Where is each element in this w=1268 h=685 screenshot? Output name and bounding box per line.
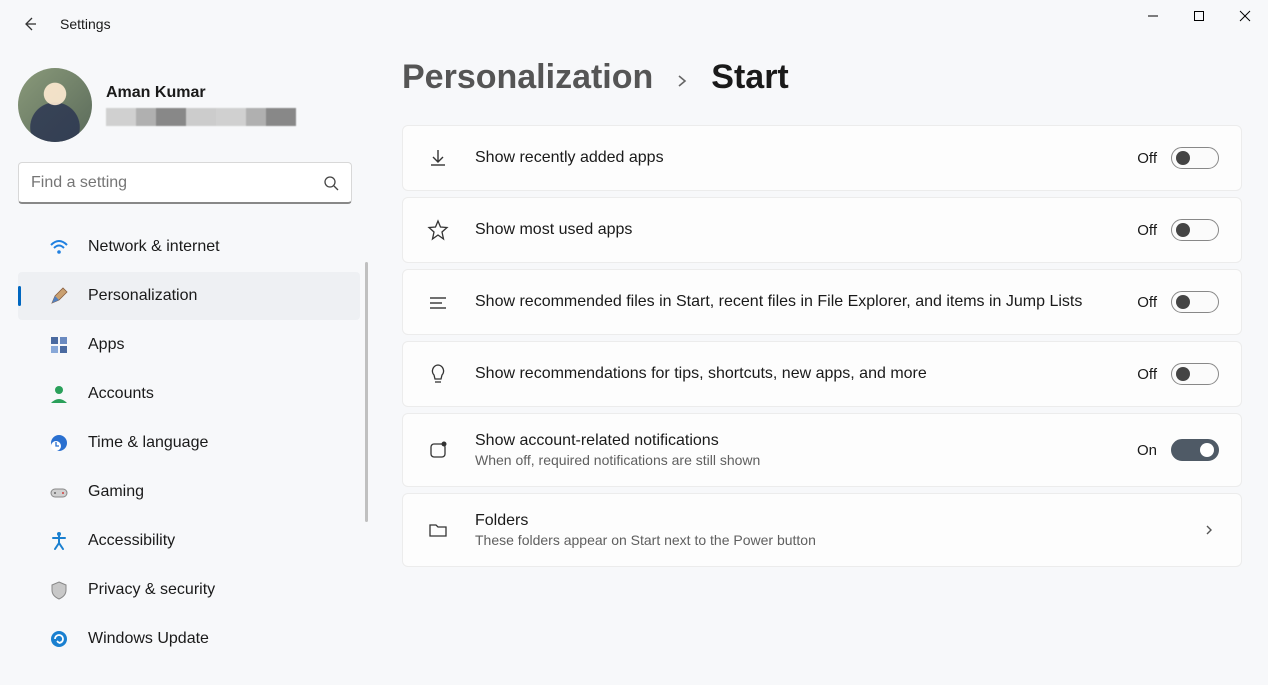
clock-globe-icon: [48, 432, 70, 454]
sidebar: Aman Kumar Network & internet Personaliza…: [0, 48, 370, 685]
sync-icon: [48, 628, 70, 650]
chevron-right-icon: [1199, 520, 1219, 540]
nav-list: Network & internet Personalization Apps Acc…: [0, 222, 370, 685]
maximize-button[interactable]: [1176, 0, 1222, 32]
sidebar-item-privacy-security[interactable]: Privacy & security: [18, 566, 360, 614]
sidebar-item-time-language[interactable]: Time & language: [18, 419, 360, 467]
sidebar-item-label: Gaming: [88, 483, 144, 501]
sidebar-item-gaming[interactable]: Gaming: [18, 468, 360, 516]
setting-title: Show recommended files in Start, recent …: [475, 293, 1113, 311]
sidebar-item-label: Accessibility: [88, 532, 175, 550]
minimize-icon: [1147, 10, 1159, 22]
setting-title: Show account-related notifications: [475, 432, 1113, 450]
sidebar-item-network-internet[interactable]: Network & internet: [18, 223, 360, 271]
maximize-icon: [1193, 10, 1205, 22]
toggle-switch[interactable]: [1171, 291, 1219, 313]
close-icon: [1239, 10, 1251, 22]
main-content: Personalization Start Show recently adde…: [370, 48, 1268, 685]
toggle-switch[interactable]: [1171, 147, 1219, 169]
settings-list: Show recently added apps Off Show most u…: [402, 125, 1242, 567]
app-title: Settings: [60, 16, 111, 32]
accessibility-icon: [48, 530, 70, 552]
lightbulb-icon: [425, 361, 451, 387]
setting-title: Folders: [475, 512, 1175, 530]
sidebar-item-label: Network & internet: [88, 238, 220, 256]
search-input-wrapper[interactable]: [18, 162, 352, 204]
sidebar-item-windows-update[interactable]: Windows Update: [18, 615, 360, 663]
sidebar-item-apps[interactable]: Apps: [18, 321, 360, 369]
setting-row: Show recommended files in Start, recent …: [402, 269, 1242, 335]
minimize-button[interactable]: [1130, 0, 1176, 32]
sidebar-item-personalization[interactable]: Personalization: [18, 272, 360, 320]
person-icon: [48, 383, 70, 405]
sidebar-scrollbar[interactable]: [365, 262, 368, 522]
window-controls: [1130, 0, 1268, 32]
download-icon: [425, 145, 451, 171]
titlebar: Settings: [0, 0, 1268, 48]
setting-title: Show most used apps: [475, 221, 1113, 239]
gamepad-icon: [48, 481, 70, 503]
sidebar-item-label: Accounts: [88, 385, 154, 403]
toggle-state-label: Off: [1137, 366, 1157, 383]
setting-title: Show recommendations for tips, shortcuts…: [475, 365, 1113, 383]
notification-icon: [425, 437, 451, 463]
setting-row: Show recently added apps Off: [402, 125, 1242, 191]
setting-row: Show most used apps Off: [402, 197, 1242, 263]
toggle-switch[interactable]: [1171, 439, 1219, 461]
chevron-right-icon: [675, 74, 689, 88]
search-input[interactable]: [31, 174, 323, 192]
sidebar-item-accounts[interactable]: Accounts: [18, 370, 360, 418]
sidebar-item-label: Personalization: [88, 287, 197, 305]
paintbrush-icon: [48, 285, 70, 307]
toggle-state-label: Off: [1137, 294, 1157, 311]
sidebar-item-label: Time & language: [88, 434, 208, 452]
toggle-switch[interactable]: [1171, 363, 1219, 385]
user-email-redacted: [106, 108, 296, 126]
toggle-state-label: Off: [1137, 150, 1157, 167]
sidebar-item-accessibility[interactable]: Accessibility: [18, 517, 360, 565]
sidebar-item-label: Windows Update: [88, 630, 209, 648]
wifi-icon: [48, 236, 70, 258]
setting-row: Show account-related notifications When …: [402, 413, 1242, 487]
setting-row[interactable]: Folders These folders appear on Start ne…: [402, 493, 1242, 567]
toggle-state-label: On: [1137, 442, 1157, 459]
sidebar-item-label: Apps: [88, 336, 124, 354]
avatar: [18, 68, 92, 142]
setting-subtitle: When off, required notifications are sti…: [475, 452, 1113, 468]
user-profile[interactable]: Aman Kumar: [0, 60, 370, 162]
sidebar-item-label: Privacy & security: [88, 581, 215, 599]
apps-icon: [48, 334, 70, 356]
search-icon: [323, 175, 339, 191]
breadcrumb-current: Start: [711, 58, 788, 97]
toggle-switch[interactable]: [1171, 219, 1219, 241]
close-button[interactable]: [1222, 0, 1268, 32]
back-arrow-icon: [22, 16, 38, 32]
back-button[interactable]: [16, 10, 44, 38]
user-name: Aman Kumar: [106, 84, 296, 102]
shield-icon: [48, 579, 70, 601]
setting-subtitle: These folders appear on Start next to th…: [475, 532, 1175, 548]
setting-row: Show recommendations for tips, shortcuts…: [402, 341, 1242, 407]
setting-title: Show recently added apps: [475, 149, 1113, 167]
breadcrumb: Personalization Start: [402, 58, 1242, 97]
list-icon: [425, 289, 451, 315]
breadcrumb-parent[interactable]: Personalization: [402, 58, 653, 97]
star-icon: [425, 217, 451, 243]
toggle-state-label: Off: [1137, 222, 1157, 239]
folder-icon: [425, 517, 451, 543]
